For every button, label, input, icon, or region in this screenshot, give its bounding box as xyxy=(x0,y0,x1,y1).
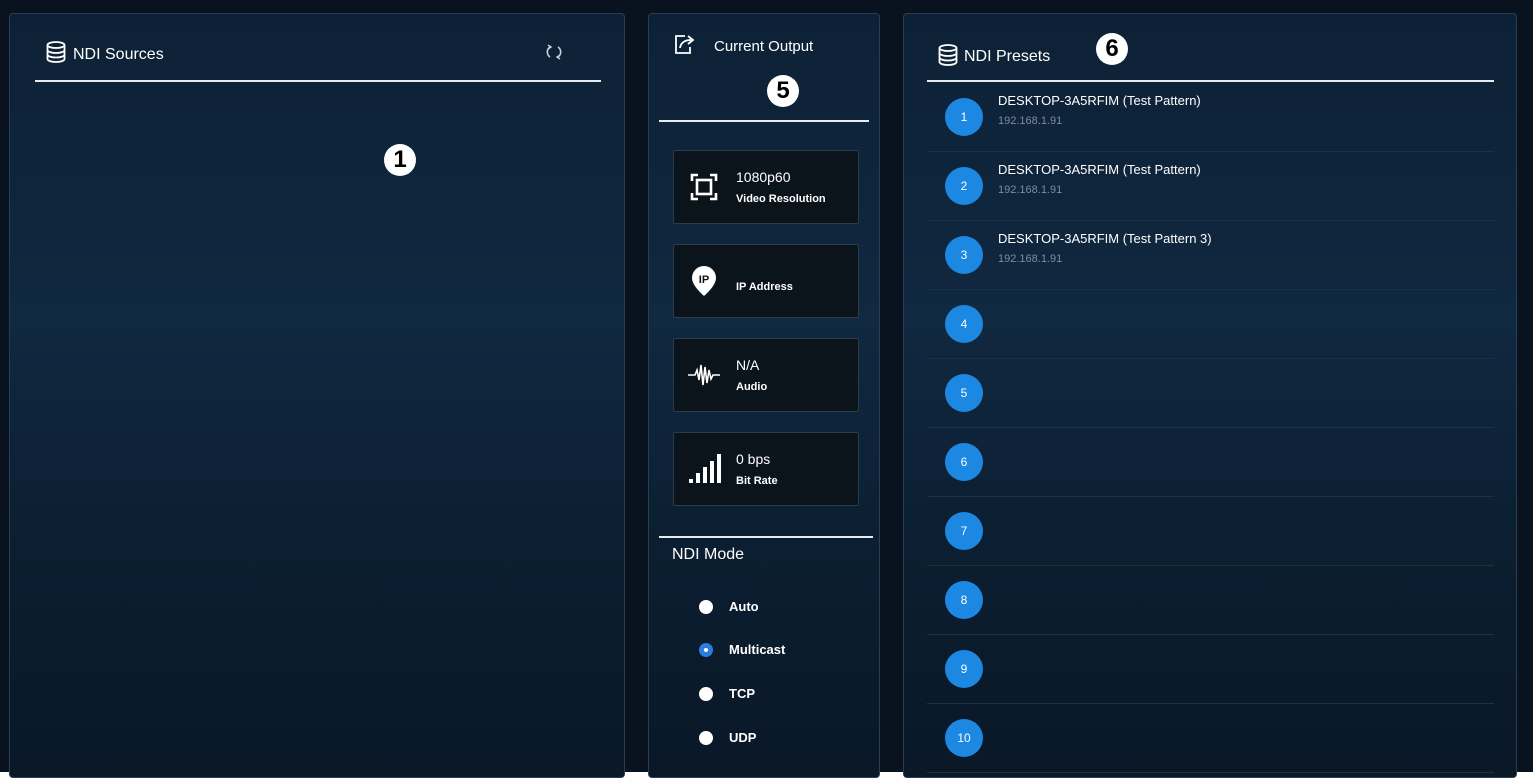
preset-row-8[interactable]: 8 xyxy=(927,566,1494,635)
ip-location-pin-icon: IP xyxy=(692,266,716,296)
bit-rate-label: Bit Rate xyxy=(736,475,778,487)
radio-button[interactable] xyxy=(699,731,713,745)
bit-rate-card: 0 bps Bit Rate xyxy=(673,432,859,506)
preset-number-badge[interactable]: 3 xyxy=(945,236,983,274)
preset-row-9[interactable]: 9 xyxy=(927,635,1494,704)
audio-card: N/A Audio xyxy=(673,338,859,412)
preset-number-badge[interactable]: 9 xyxy=(945,650,983,688)
ip-address-label: IP Address xyxy=(736,281,793,293)
preset-number-badge[interactable]: 1 xyxy=(945,98,983,136)
output-header-divider xyxy=(659,120,869,122)
preset-row-6[interactable]: 6 xyxy=(927,428,1494,497)
preset-source-ip: 192.168.1.91 xyxy=(998,184,1063,196)
presets-header-divider xyxy=(927,80,1494,82)
app-stage: NDI Sources 1 Current Output 5 1080p60 V… xyxy=(0,0,1533,778)
current-output-panel: Current Output 5 1080p60 Video Resolutio… xyxy=(648,13,880,778)
output-share-icon xyxy=(675,35,695,54)
audio-waveform-icon xyxy=(688,364,720,386)
callout-badge-6: 6 xyxy=(1096,33,1128,65)
preset-number-badge[interactable]: 5 xyxy=(945,374,983,412)
svg-text:IP: IP xyxy=(699,274,709,286)
radio-button[interactable] xyxy=(699,687,713,701)
bit-rate-value: 0 bps xyxy=(736,451,771,467)
preset-row-1[interactable]: 1 DESKTOP-3A5RFIM (Test Pattern) 192.168… xyxy=(927,83,1494,152)
preset-row-2[interactable]: 2 DESKTOP-3A5RFIM (Test Pattern) 192.168… xyxy=(927,152,1494,221)
preset-row-10[interactable]: 10 xyxy=(927,704,1494,773)
preset-number-badge[interactable]: 8 xyxy=(945,581,983,619)
mode-label: Auto xyxy=(729,599,759,614)
refresh-icon[interactable] xyxy=(545,43,563,61)
sources-title: NDI Sources xyxy=(73,46,164,63)
video-resolution-card: 1080p60 Video Resolution xyxy=(673,150,859,224)
ndi-presets-panel: NDI Presets 6 1 DESKTOP-3A5RFIM (Test Pa… xyxy=(903,13,1517,778)
mode-label: UDP xyxy=(729,730,757,745)
radio-button[interactable] xyxy=(699,600,713,614)
preset-row-4[interactable]: 4 xyxy=(927,290,1494,359)
radio-button-selected[interactable] xyxy=(699,643,713,657)
preset-source-name: DESKTOP-3A5RFIM (Test Pattern) xyxy=(998,162,1201,177)
preset-row-3[interactable]: 3 DESKTOP-3A5RFIM (Test Pattern 3) 192.1… xyxy=(927,221,1494,290)
preset-source-ip: 192.168.1.91 xyxy=(998,115,1063,127)
preset-source-name: DESKTOP-3A5RFIM (Test Pattern) xyxy=(998,93,1201,108)
audio-label: Audio xyxy=(736,381,768,393)
preset-source-name: DESKTOP-3A5RFIM (Test Pattern 3) xyxy=(998,231,1212,246)
database-icon xyxy=(46,41,66,63)
preset-number-badge[interactable]: 2 xyxy=(945,167,983,205)
preset-source-ip: 192.168.1.91 xyxy=(998,253,1063,265)
preset-row-5[interactable]: 5 xyxy=(927,359,1494,428)
mode-divider xyxy=(659,536,873,538)
preset-row-7[interactable]: 7 xyxy=(927,497,1494,566)
video-resolution-label: Video Resolution xyxy=(736,193,826,205)
preset-number-badge[interactable]: 6 xyxy=(945,443,983,481)
callout-badge-5: 5 xyxy=(767,75,799,107)
database-icon xyxy=(938,44,958,66)
video-resolution-value: 1080p60 xyxy=(736,169,791,185)
ndi-sources-panel: NDI Sources 1 xyxy=(9,13,625,778)
preset-number-badge[interactable]: 7 xyxy=(945,512,983,550)
preset-number-badge[interactable]: 4 xyxy=(945,305,983,343)
mode-label: TCP xyxy=(729,686,755,701)
output-title: Current Output xyxy=(714,38,814,55)
ip-address-card: IP IP Address xyxy=(673,244,859,318)
mode-label: Multicast xyxy=(729,642,786,657)
sources-header-divider xyxy=(35,80,601,82)
signal-bars-icon xyxy=(689,454,721,483)
sources-list xyxy=(35,86,601,766)
audio-value: N/A xyxy=(736,357,760,373)
preset-number-badge[interactable]: 10 xyxy=(945,719,983,757)
ndi-mode-title: NDI Mode xyxy=(672,546,745,563)
resolution-frame-icon xyxy=(690,173,718,201)
presets-title: NDI Presets xyxy=(964,48,1051,65)
